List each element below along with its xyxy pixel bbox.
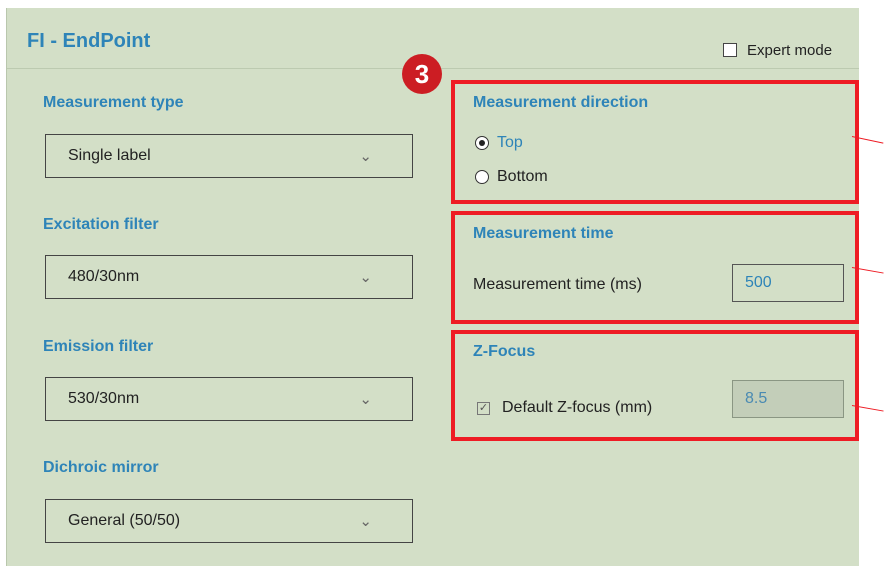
measurement-time-label: Measurement time (473, 225, 614, 242)
direction-radio-bottom[interactable]: Bottom (475, 168, 548, 186)
chevron-down-icon: ⌄ (359, 148, 372, 165)
measurement-direction-label: Measurement direction (473, 94, 649, 111)
chevron-down-icon: ⌄ (359, 391, 372, 408)
expert-mode-label: Expert mode (747, 41, 833, 59)
chevron-down-icon: ⌄ (359, 513, 372, 530)
default-z-focus-toggle[interactable]: ✓ Default Z-focus (mm) (477, 399, 652, 417)
emission-filter-value: 530/30nm (68, 390, 140, 407)
measurement-time-input[interactable]: 500 (732, 264, 844, 302)
measurement-type-label: Measurement type (43, 94, 184, 111)
radio-unselected-icon[interactable] (475, 170, 489, 184)
default-z-focus-label: Default Z-focus (mm) (502, 399, 653, 416)
excitation-filter-dropdown[interactable]: 480/30nm ⌄ (45, 255, 413, 299)
dichroic-mirror-value: General (50/50) (68, 512, 181, 529)
z-focus-label: Z-Focus (473, 343, 536, 360)
excitation-filter-label: Excitation filter (43, 216, 159, 233)
panel-title: FI - EndPoint (27, 30, 151, 52)
expert-mode-checkbox[interactable] (723, 43, 737, 57)
excitation-filter-value: 480/30nm (68, 268, 140, 285)
emission-filter-dropdown[interactable]: 530/30nm ⌄ (45, 377, 413, 421)
emission-filter-label: Emission filter (43, 338, 154, 355)
dichroic-mirror-dropdown[interactable]: General (50/50) ⌄ (45, 499, 413, 543)
expert-mode-toggle[interactable]: Expert mode (723, 40, 832, 60)
checkbox-checked-icon[interactable]: ✓ (477, 401, 490, 415)
measurement-type-dropdown[interactable]: Single label ⌄ (45, 134, 413, 178)
radio-selected-icon[interactable] (475, 136, 489, 150)
direction-top-label: Top (497, 134, 523, 151)
direction-bottom-label: Bottom (497, 168, 548, 185)
fi-endpoint-panel: FI - EndPoint Expert mode Measurement ty… (6, 8, 859, 566)
step-number-badge: 3 (402, 54, 442, 94)
measurement-type-value: Single label (68, 147, 151, 164)
direction-radio-top[interactable]: Top (475, 134, 523, 152)
z-focus-input[interactable]: 8.5 (732, 380, 844, 418)
dichroic-mirror-label: Dichroic mirror (43, 459, 159, 476)
measurement-time-field-label: Measurement time (ms) (473, 276, 642, 293)
chevron-down-icon: ⌄ (359, 269, 372, 286)
